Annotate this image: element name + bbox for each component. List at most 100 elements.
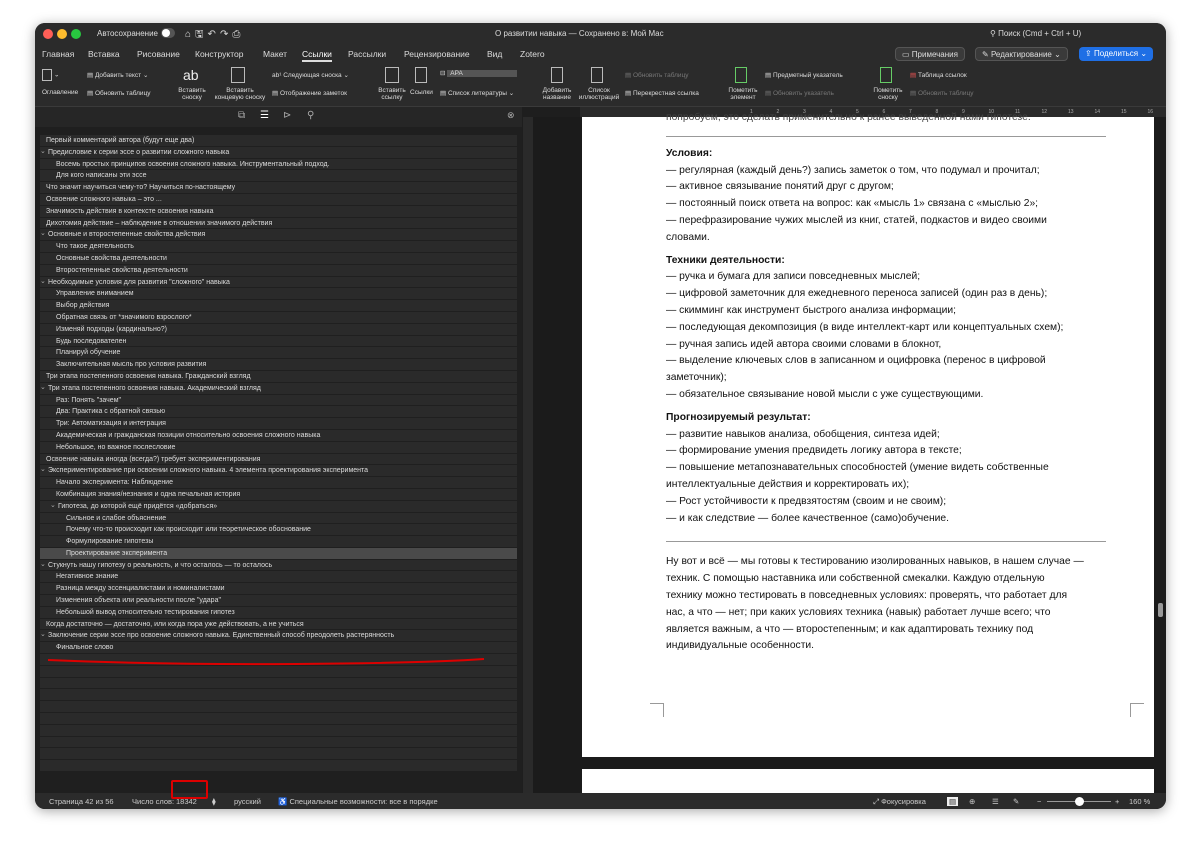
nav-heading-item[interactable]: Изменения объекта или реальности после "…: [40, 595, 517, 607]
nav-heading-item[interactable]: [40, 701, 517, 714]
chevron-down-icon[interactable]: ⌄: [40, 147, 46, 158]
nav-heading-item[interactable]: ⌄ Необходимые условия для развития "сложн…: [40, 276, 517, 289]
web-layout-icon[interactable]: ⊕: [969, 797, 975, 806]
next-page[interactable]: [582, 769, 1154, 793]
update-table3-button[interactable]: ▤ Обновить таблицу: [910, 89, 974, 97]
tab-layout[interactable]: Макет: [263, 49, 287, 59]
chevron-down-icon[interactable]: ⌄: [50, 501, 56, 512]
nav-heading-item[interactable]: Управление вниманием: [40, 288, 517, 301]
page-indicator[interactable]: Страница 42 из 56: [49, 797, 114, 806]
insert-citation-button[interactable]: Вставить ссылку: [377, 87, 407, 101]
bibliography-button[interactable]: ▤ Список литературы ⌄: [440, 89, 514, 97]
document-page[interactable]: попробуем, это сделать применительно к р…: [582, 112, 1154, 757]
nav-heading-item[interactable]: Освоение сложного навыка – это ...: [40, 193, 517, 206]
nav-heading-item[interactable]: [40, 736, 517, 749]
proofing-icon[interactable]: ⧫: [212, 797, 216, 806]
autosave-toggle[interactable]: [161, 28, 175, 38]
nav-heading-item[interactable]: Планируй обучение: [40, 347, 517, 360]
table-auth-button[interactable]: ▤ Таблица ссылок: [910, 71, 967, 79]
nav-heading-item[interactable]: Небольшое, но важное послесловие: [40, 441, 517, 454]
nav-heading-item[interactable]: Выбор действия: [40, 300, 517, 312]
chevron-down-icon[interactable]: ⌄: [40, 630, 46, 641]
nav-heading-item[interactable]: Освоение навыка иногда (всегда?) требует…: [40, 453, 517, 466]
nav-heading-item[interactable]: Значимость действия в контексте освоения…: [40, 205, 517, 218]
close-icon[interactable]: ⊗: [507, 110, 515, 121]
nav-heading-item[interactable]: Формулирование гипотезы: [40, 536, 517, 548]
tab-insert[interactable]: Вставка: [88, 49, 120, 59]
nav-heading-item[interactable]: Два: Практика с обратной связью: [40, 406, 517, 419]
chevron-down-icon[interactable]: ⌄: [40, 560, 46, 571]
list-illustrations-button[interactable]: Список иллюстраций: [575, 87, 623, 101]
comments-button[interactable]: ▭ Примечания: [895, 47, 965, 61]
word-count-label[interactable]: Число слов:: [132, 797, 174, 806]
nav-heading-item[interactable]: Восемь простых принципов освоения сложно…: [40, 158, 517, 171]
nav-heading-item[interactable]: Три этапа постепенного освоения навыка. …: [40, 370, 517, 383]
cross-ref-button[interactable]: ▤ Перекрестная ссылка: [625, 89, 699, 97]
nav-heading-item[interactable]: Что такое деятельность: [40, 241, 517, 253]
print-layout-icon[interactable]: ▤: [947, 797, 959, 806]
tab-mailings[interactable]: Рассылки: [348, 49, 386, 59]
draft-icon[interactable]: ✎: [1013, 797, 1019, 806]
nav-heading-item[interactable]: Почему что-то происходит как происходит …: [40, 524, 517, 537]
zoom-out-button[interactable]: −: [1037, 797, 1041, 806]
search-icon[interactable]: ⚲: [307, 110, 314, 121]
nav-heading-item[interactable]: Обратная связь от *значимого взрослого*: [40, 311, 517, 324]
share-button[interactable]: ⇪ Поделиться ⌄: [1079, 47, 1154, 61]
add-text-button[interactable]: ▤ Добавить текст ⌄: [87, 71, 148, 79]
insert-endnote-button[interactable]: Вставить концевую сноску: [211, 87, 269, 101]
nav-heading-item[interactable]: Будь последователен: [40, 335, 517, 348]
chevron-down-icon[interactable]: ⌄: [40, 277, 46, 288]
headings-view-icon[interactable]: ☰: [260, 110, 269, 121]
insert-footnote-button[interactable]: Вставить сноску: [177, 87, 207, 101]
nav-heading-item[interactable]: [40, 689, 517, 702]
tab-zotero[interactable]: Zotero: [520, 49, 545, 59]
search-field[interactable]: ⚲ Поиск (Cmd + Ctrl + U): [990, 29, 1081, 38]
minimize-window-button[interactable]: [57, 29, 67, 39]
focus-button[interactable]: ⤢ Фокусировка: [873, 797, 926, 807]
nav-heading-item[interactable]: Дихотомия действие – наблюдение в отноше…: [40, 217, 517, 230]
accessibility-status[interactable]: ♿ Специальные возможности: все в порядке: [278, 797, 438, 806]
nav-heading-item[interactable]: ⌄ Предисловие к серии эссе о развитии сло…: [40, 146, 517, 159]
subject-index-button[interactable]: ▤ Предметный указатель: [765, 71, 843, 79]
nav-heading-item[interactable]: ⌄ Стукнуть нашу гипотезу о реальность, и …: [40, 559, 517, 572]
nav-heading-item[interactable]: Для кого написаны эти эссе: [40, 170, 517, 183]
page-text[interactable]: попробуем, это сделать применительно к р…: [666, 112, 1106, 655]
zoom-slider[interactable]: [1047, 797, 1111, 806]
nav-heading-item[interactable]: Проектирование эксперимента: [40, 547, 517, 560]
zoom-level[interactable]: 160 %: [1129, 797, 1150, 806]
nav-heading-item[interactable]: ⌄ Заключение серии эссе про освоение слож…: [40, 630, 517, 643]
nav-heading-item[interactable]: [40, 677, 517, 690]
tab-view[interactable]: Вид: [487, 49, 502, 59]
nav-heading-item[interactable]: Основные свойства деятельности: [40, 252, 517, 265]
update-index-button[interactable]: ▤ Обновить указатель: [765, 89, 834, 97]
language[interactable]: русский: [234, 797, 261, 806]
show-notes-button[interactable]: ▤ Отображение заметок: [272, 89, 347, 97]
chevron-down-icon[interactable]: ⌄: [40, 383, 46, 394]
nav-heading-item[interactable]: ⌄ Экспериментирование при освоении сложно…: [40, 465, 517, 478]
nav-heading-item[interactable]: Небольшой вывод относительно тестировани…: [40, 606, 517, 619]
nav-heading-item[interactable]: Комбинация знания/незнания и одна печаль…: [40, 488, 517, 501]
nav-heading-item[interactable]: Начало эксперимента: Наблюдение: [40, 477, 517, 489]
editing-button[interactable]: ✎ Редактирование ⌄: [975, 47, 1068, 61]
nav-heading-item[interactable]: ⌄ Гипотеза, до которой ещё придётся «добр…: [40, 500, 517, 513]
chevron-down-icon[interactable]: ⌄: [40, 465, 46, 476]
zoom-slider-thumb[interactable]: [1075, 797, 1084, 806]
citations-button[interactable]: Ссылки: [410, 89, 433, 96]
pages-view-icon[interactable]: ⧉: [238, 110, 245, 121]
nav-heading-item[interactable]: Изменяй подходы (кардинально?): [40, 323, 517, 336]
scrollbar-thumb[interactable]: [1158, 603, 1163, 617]
nav-heading-item[interactable]: [40, 748, 517, 761]
chevron-down-icon[interactable]: ⌄: [40, 229, 46, 240]
bookmarks-view-icon[interactable]: ⊳: [283, 110, 291, 121]
nav-heading-item[interactable]: Заключительная мысль про условия развити…: [40, 359, 517, 371]
tab-design[interactable]: Конструктор: [195, 49, 243, 59]
mark-citation-button[interactable]: Пометить сноску: [872, 87, 904, 101]
nav-heading-item[interactable]: ⌄ Основные и второстепенные свойства дейс…: [40, 229, 517, 242]
close-window-button[interactable]: [43, 29, 53, 39]
quick-access-icons[interactable]: ⌂🖫↶↷⎙: [185, 27, 244, 44]
nav-heading-item[interactable]: Негативное знание: [40, 571, 517, 584]
nav-heading-item[interactable]: Когда достаточно — достаточно, или когда…: [40, 618, 517, 631]
tab-home[interactable]: Главная: [42, 49, 74, 59]
add-caption-button[interactable]: Добавить название: [541, 87, 573, 101]
vertical-ruler[interactable]: [523, 117, 533, 793]
